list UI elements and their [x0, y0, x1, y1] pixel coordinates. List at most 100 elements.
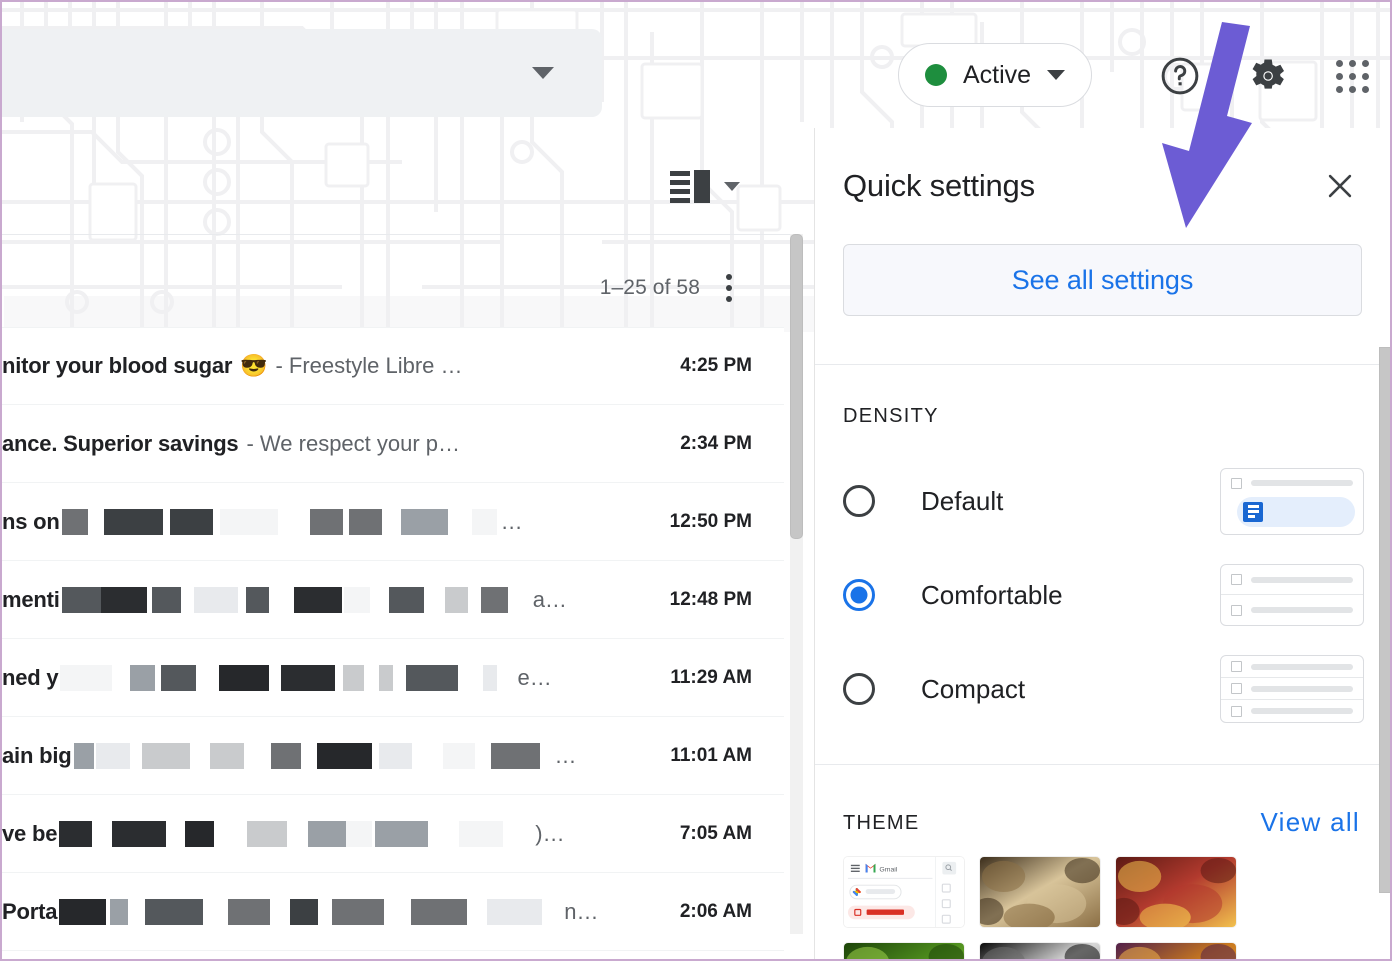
mail-row-content: nitor your blood sugar 😎 - Freestyle Libre… [2, 353, 609, 379]
preview-bar [1251, 576, 1353, 583]
preview-bar [1251, 708, 1353, 714]
mail-time: 2:34 PM [680, 432, 752, 454]
mail-subject: ned y [2, 664, 59, 690]
theme-thumbnail-default-gmail-light-theme[interactable]: Gmail [843, 856, 965, 928]
mail-pane: 1–25 of 58 nitor your blood sugar 😎 - Free… [2, 2, 814, 959]
mail-row-content: ance. Superior savings - We respect your … [2, 431, 609, 457]
table-row[interactable]: ance. Superior savings - We respect your … [2, 405, 784, 483]
density-heading: DENSITY [843, 405, 939, 427]
quick-settings-panel: Quick settings See all settings DENSITY … [814, 128, 1390, 959]
mail-snippet: )… [535, 820, 565, 846]
mail-time: 11:01 AM [670, 744, 752, 766]
mail-snippet: a… [532, 586, 567, 612]
mail-time: 12:48 PM [669, 588, 752, 610]
radio-compact[interactable] [843, 673, 875, 705]
gear-icon [1252, 59, 1285, 89]
app-window: 1–25 of 58 nitor your blood sugar 😎 - Free… [0, 0, 1392, 961]
density-label-comfortable: Comfortable [921, 579, 1063, 610]
theme-heading: THEME [843, 812, 920, 834]
mail-subject: Porta [2, 898, 58, 924]
kebab-menu-icon[interactable] [726, 274, 732, 302]
theme-thumbnail-caterpillar-theme[interactable] [843, 942, 965, 959]
mail-row-content: ain big… [2, 742, 609, 769]
google-apps-button[interactable] [1328, 52, 1376, 100]
help-button[interactable] [1156, 52, 1204, 100]
chevron-down-icon[interactable] [532, 67, 554, 79]
pager-count: 1–25 of 58 [599, 276, 700, 299]
preview-checkbox-icon [1231, 683, 1242, 694]
theme-view-all-link[interactable]: View all [1260, 807, 1360, 838]
preview-bar [1251, 685, 1353, 692]
chevron-down-icon[interactable] [1047, 70, 1066, 80]
density-label-default: Default [921, 485, 1004, 516]
mail-row-content: ns on… [2, 508, 609, 535]
redacted-text [73, 742, 555, 769]
header-actions: Active [882, 2, 1390, 142]
see-all-settings-wrap: See all settings [815, 244, 1390, 316]
list-top-divider [2, 234, 797, 235]
mail-list-scrollbar[interactable] [790, 234, 803, 934]
mail-time: 4:25 PM [680, 355, 752, 376]
mail-snippet: n… [564, 898, 599, 924]
theme-thumbnail-metal-tubes-theme[interactable] [979, 942, 1101, 959]
quick-settings-scrollbar-thumb[interactable] [1379, 347, 1390, 893]
redacted-text [59, 820, 535, 847]
quick-settings-header: Quick settings [815, 128, 1390, 244]
mail-row-content: ve be )… [2, 820, 609, 847]
preview-list-icon [1243, 501, 1263, 522]
mail-row-content: ned y e… [2, 664, 609, 691]
mail-list: nitor your blood sugar 😎 - Freestyle Libre… [2, 327, 784, 951]
mail-time: 7:05 AM [679, 822, 752, 844]
density-label-compact: Compact [921, 673, 1026, 704]
preview-bar [1251, 607, 1353, 613]
redacted-text [61, 586, 533, 613]
status-label: Active [963, 60, 1032, 89]
radio-comfortable[interactable] [843, 579, 875, 611]
mail-subject: menti [2, 586, 60, 612]
table-row[interactable]: ve be )… 7:05 AM [2, 795, 784, 873]
density-option-default[interactable]: Default [843, 454, 1364, 548]
status-dot-icon [925, 64, 947, 86]
close-panel-button[interactable] [1318, 164, 1362, 208]
density-option-comfortable[interactable]: Comfortable [843, 548, 1364, 642]
mail-list-scrollbar-thumb[interactable] [790, 234, 803, 539]
settings-button[interactable] [1242, 52, 1290, 100]
status-badge[interactable]: Active [898, 43, 1093, 107]
quick-settings-scrollbar[interactable] [1379, 347, 1390, 893]
table-row[interactable]: ain big … 11:01 AM [2, 717, 784, 795]
table-row[interactable]: ns on … 12:50 PM [2, 483, 784, 561]
search-input[interactable] [2, 29, 602, 117]
mail-subject: ve be [2, 820, 58, 846]
density-options: Default Comfortable Compact [815, 428, 1390, 736]
table-row[interactable]: Porta n… 2:06 AM [2, 873, 784, 951]
theme-thumbnail-canyon-theme[interactable] [1115, 856, 1237, 928]
mail-subject: ance. Superior savings [2, 430, 239, 456]
theme-thumbnail-grid: Gmail [815, 836, 1390, 959]
density-preview-compact [1220, 655, 1364, 723]
reading-pane-toggle[interactable] [670, 168, 740, 204]
table-row[interactable]: nitor your blood sugar 😎 - Freestyle Libre… [2, 327, 784, 405]
mail-row-content: Porta n… [2, 898, 609, 925]
table-row[interactable]: menti a… 12:48 PM [2, 561, 784, 639]
apps-grid-icon [1335, 59, 1369, 93]
mail-time: 2:06 AM [679, 900, 752, 922]
preview-checkbox-icon [1231, 705, 1242, 717]
preview-checkbox-icon [1231, 477, 1242, 489]
radio-default[interactable] [843, 485, 875, 517]
chevron-down-icon[interactable] [724, 181, 740, 191]
panel-title: Quick settings [843, 168, 1035, 203]
theme-section-header: THEME View all [815, 765, 1390, 838]
mail-row-content: menti a… [2, 586, 609, 613]
mail-subject: ain big [2, 742, 72, 768]
mail-snippet: … [500, 508, 523, 534]
mail-subject-emoji: 😎 [240, 353, 268, 378]
see-all-settings-button[interactable]: See all settings [843, 244, 1362, 316]
preview-checkbox-icon [1231, 604, 1242, 616]
theme-thumbnail-autumn-leaves-theme[interactable] [1115, 942, 1237, 959]
theme-thumbnail-chess-theme[interactable] [979, 856, 1101, 928]
mail-snippet: - We respect your p… [246, 430, 461, 456]
mail-snippet: e… [517, 664, 552, 690]
redacted-text [61, 508, 501, 535]
table-row[interactable]: ned y e… 11:29 AM [2, 639, 784, 717]
density-option-compact[interactable]: Compact [843, 642, 1364, 736]
